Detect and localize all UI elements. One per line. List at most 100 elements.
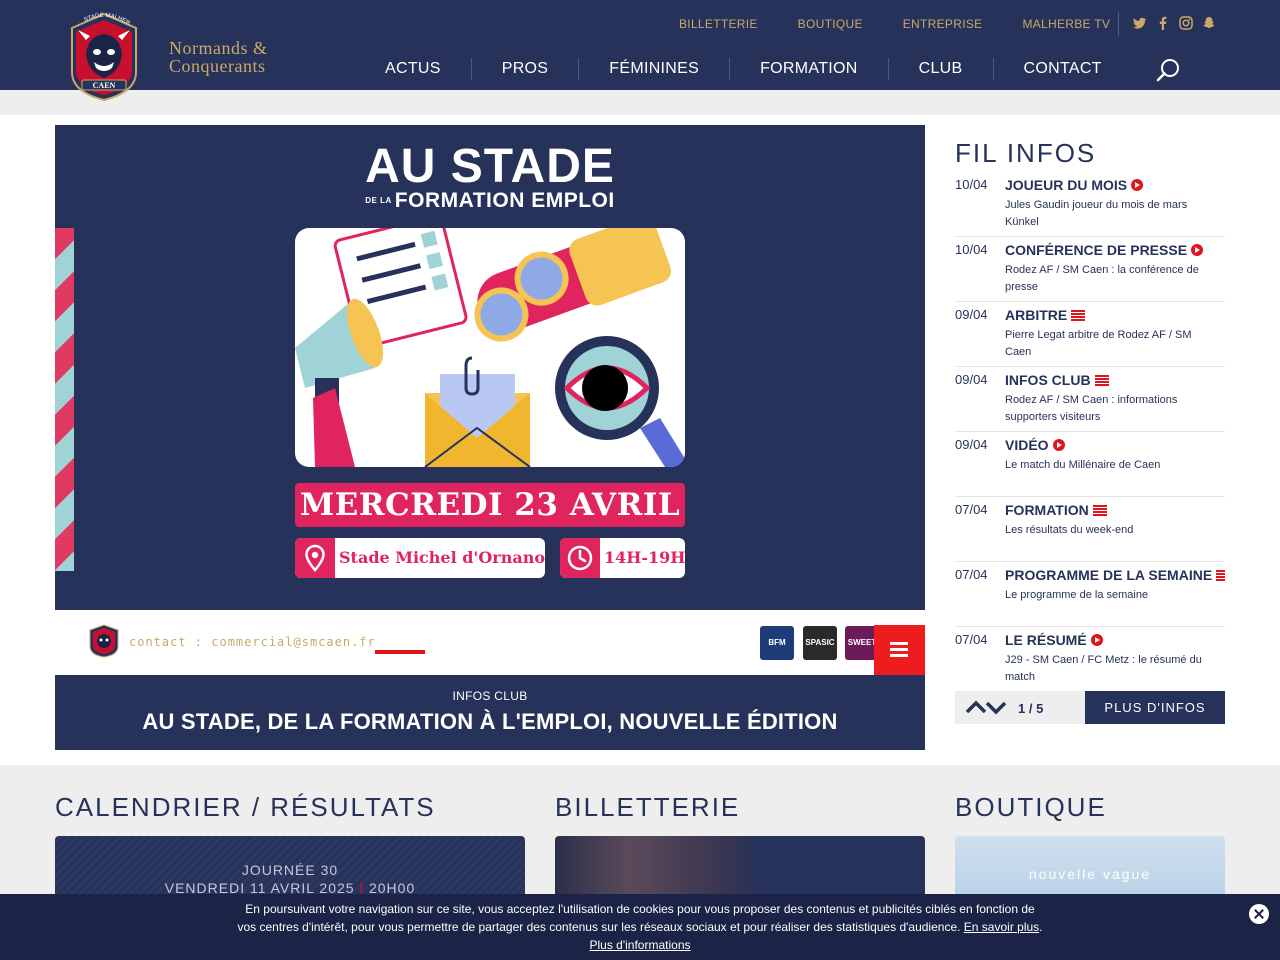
hours-text: 14H-19H — [604, 548, 686, 567]
hero-caption[interactable]: INFOS CLUB AU STADE, DE LA FORMATION À L… — [55, 675, 925, 750]
article-icon — [1216, 569, 1225, 581]
slide-progress-bar — [375, 650, 425, 654]
location-pill: Stade Michel d'Ornano — [295, 538, 545, 578]
news-category[interactable]: LE RÉSUMÉ — [1005, 632, 1103, 648]
nav-formation[interactable]: FORMATION — [730, 58, 889, 80]
hero-date: MERCREDI 23 AVRIL — [295, 483, 685, 527]
news-description[interactable]: Pierre Legat arbitre de Rodez AF / SM Ca… — [1005, 327, 1220, 361]
cookie-text-line1: En poursuivant votre navigation sur ce s… — [245, 902, 1035, 916]
nav-feminines[interactable]: FÉMININES — [579, 58, 731, 80]
map-pin-icon — [295, 538, 335, 578]
location-text: Stade Michel d'Ornano — [339, 548, 545, 567]
search-icon[interactable] — [1155, 57, 1181, 83]
news-item[interactable]: 09/04 INFOS CLUB Rodez AF / SM Caen : info… — [955, 367, 1225, 432]
site-header: Normands & Conquerants BILLETTERIE BOUTI… — [0, 0, 1280, 90]
tagline-line1: Normands & — [169, 38, 268, 58]
match-round: JOURNÉE 30 — [241, 862, 339, 878]
hero-banner[interactable]: AU STADE DE LA FORMATION EMPLOI MERCREDI… — [55, 125, 925, 610]
news-item[interactable]: 10/04 CONFÉRENCE DE PRESSE Rodez AF / SM C… — [955, 237, 1225, 302]
news-item[interactable]: 09/04 ARBITRE Pierre Legat arbitre de Rode… — [955, 302, 1225, 367]
play-icon — [1131, 179, 1144, 191]
twitter-icon[interactable] — [1133, 16, 1147, 30]
news-description[interactable]: Jules Gaudin joueur du mois de mars Künk… — [1005, 197, 1220, 231]
stripe-border — [55, 228, 75, 571]
topnav-malherbe-tv[interactable]: MALHERBE TV — [1022, 17, 1110, 31]
shop-title: BOUTIQUE — [955, 792, 1107, 822]
hero-menu-button[interactable] — [874, 625, 925, 675]
top-nav: BILLETTERIE BOUTIQUE ENTREPRISE MALHERBE… — [679, 17, 1150, 31]
news-date: 07/04 — [955, 632, 988, 647]
hero-title: AU STADE — [365, 140, 615, 193]
news-category[interactable]: INFOS CLUB — [1005, 372, 1109, 388]
topnav-entreprise[interactable]: ENTREPRISE — [903, 17, 983, 31]
more-news-button[interactable]: PLUS D'INFOS — [1085, 691, 1225, 724]
fil-infos-title: FIL INFOS — [955, 138, 1097, 168]
news-category[interactable]: ARBITRE — [1005, 307, 1086, 323]
tagline: Normands & Conquerants — [169, 39, 268, 75]
news-item[interactable]: 07/04 LE RÉSUMÉ J29 - SM Caen / FC Metz : … — [955, 627, 1225, 684]
topnav-billetterie[interactable]: BILLETTERIE — [679, 17, 758, 31]
contact-email[interactable]: contact : commercial@smcaen.fr — [129, 635, 376, 649]
news-category-label: INFOS CLUB — [1005, 372, 1091, 388]
hero-caption-title[interactable]: AU STADE, DE LA FORMATION À L'EMPLOI, NO… — [55, 709, 925, 735]
news-category[interactable]: CONFÉRENCE DE PRESSE — [1005, 242, 1204, 258]
news-description[interactable]: Les résultats du week-end — [1005, 522, 1220, 539]
pager-arrows-icon[interactable] — [965, 699, 1007, 715]
hero-illustration — [295, 228, 685, 467]
instagram-icon[interactable] — [1179, 16, 1193, 30]
news-item[interactable]: 09/04 VIDÉO Le match du Millénaire de Caen — [955, 432, 1225, 497]
hero-subtitle-small-left: DE LA — [365, 196, 392, 206]
news-description[interactable]: Le match du Millénaire de Caen — [1005, 457, 1220, 474]
news-item[interactable]: 07/04 FORMATION Les résultats du week-end — [955, 497, 1225, 562]
fil-infos-pager: 1 / 5 — [955, 691, 1085, 724]
news-category[interactable]: PROGRAMME DE LA SEMAINE — [1005, 567, 1225, 583]
news-date: 07/04 — [955, 567, 988, 582]
news-category-label: CONFÉRENCE DE PRESSE — [1005, 242, 1188, 258]
news-date: 10/04 — [955, 177, 988, 192]
article-icon — [1071, 309, 1086, 321]
header-spacer — [0, 90, 1280, 115]
clock-icon — [560, 538, 600, 578]
news-description[interactable]: Rodez AF / SM Caen : informations suppor… — [1005, 392, 1220, 426]
news-date: 07/04 — [955, 502, 988, 517]
snapchat-icon[interactable] — [1202, 16, 1216, 30]
nav-actus[interactable]: ACTUS — [355, 58, 472, 80]
cookie-more-info-link[interactable]: Plus d'informations — [589, 938, 690, 952]
nav-club[interactable]: CLUB — [889, 58, 994, 80]
news-category[interactable]: JOUEUR DU MOIS — [1005, 177, 1144, 193]
news-description[interactable]: J29 - SM Caen / FC Metz : le résumé du m… — [1005, 652, 1220, 684]
menu-icon — [890, 642, 908, 645]
social-links — [1133, 16, 1216, 30]
fil-infos-list: 10/04 JOUEUR DU MOIS Jules Gaudin joueur d… — [955, 172, 1225, 684]
news-category-label: LE RÉSUMÉ — [1005, 632, 1087, 648]
news-description[interactable]: Le programme de la semaine — [1005, 587, 1220, 604]
news-category[interactable]: VIDÉO — [1005, 437, 1065, 453]
news-item[interactable]: 10/04 JOUEUR DU MOIS Jules Gaudin joueur d… — [955, 172, 1225, 237]
nav-contact[interactable]: CONTACT — [994, 58, 1132, 80]
hours-pill: 14H-19H — [560, 538, 685, 578]
shop-brand: nouvelle vague — [1028, 866, 1152, 882]
topnav-boutique[interactable]: BOUTIQUE — [798, 17, 863, 31]
news-description[interactable]: Rodez AF / SM Caen : la conférence de pr… — [1005, 262, 1220, 296]
news-category[interactable]: FORMATION — [1005, 502, 1107, 518]
play-icon — [1191, 244, 1204, 256]
news-item[interactable]: 07/04 PROGRAMME DE LA SEMAINE Le programme… — [955, 562, 1225, 627]
club-logo[interactable]: CAEN STADE MALHERBE — [64, 6, 142, 102]
ticketing-title: BILLETTERIE — [555, 792, 741, 822]
article-icon — [1094, 374, 1109, 386]
news-category-label: ARBITRE — [1005, 307, 1068, 323]
nav-pros[interactable]: PROS — [472, 58, 580, 80]
news-date: 09/04 — [955, 372, 988, 387]
sponsor-spasic[interactable]: SPASIC — [803, 626, 837, 660]
cookie-text-line2: vos centres d'intérêt, pour vous permett… — [237, 920, 961, 934]
main-nav: ACTUS PROS FÉMININES FORMATION CLUB CONT… — [355, 58, 1132, 82]
article-icon — [1092, 504, 1107, 516]
sponsor-bfm[interactable]: BFM NORMANDIE — [760, 626, 809, 681]
hero-subtitle: DE LA FORMATION EMPLOI — [55, 189, 925, 213]
facebook-icon[interactable] — [1156, 16, 1170, 30]
close-icon[interactable] — [1249, 904, 1269, 924]
pager-count: 1 / 5 — [1018, 701, 1044, 716]
cookie-learn-more-link[interactable]: En savoir plus — [964, 920, 1039, 934]
news-date: 09/04 — [955, 437, 988, 452]
news-category-label: PROGRAMME DE LA SEMAINE — [1005, 567, 1213, 583]
